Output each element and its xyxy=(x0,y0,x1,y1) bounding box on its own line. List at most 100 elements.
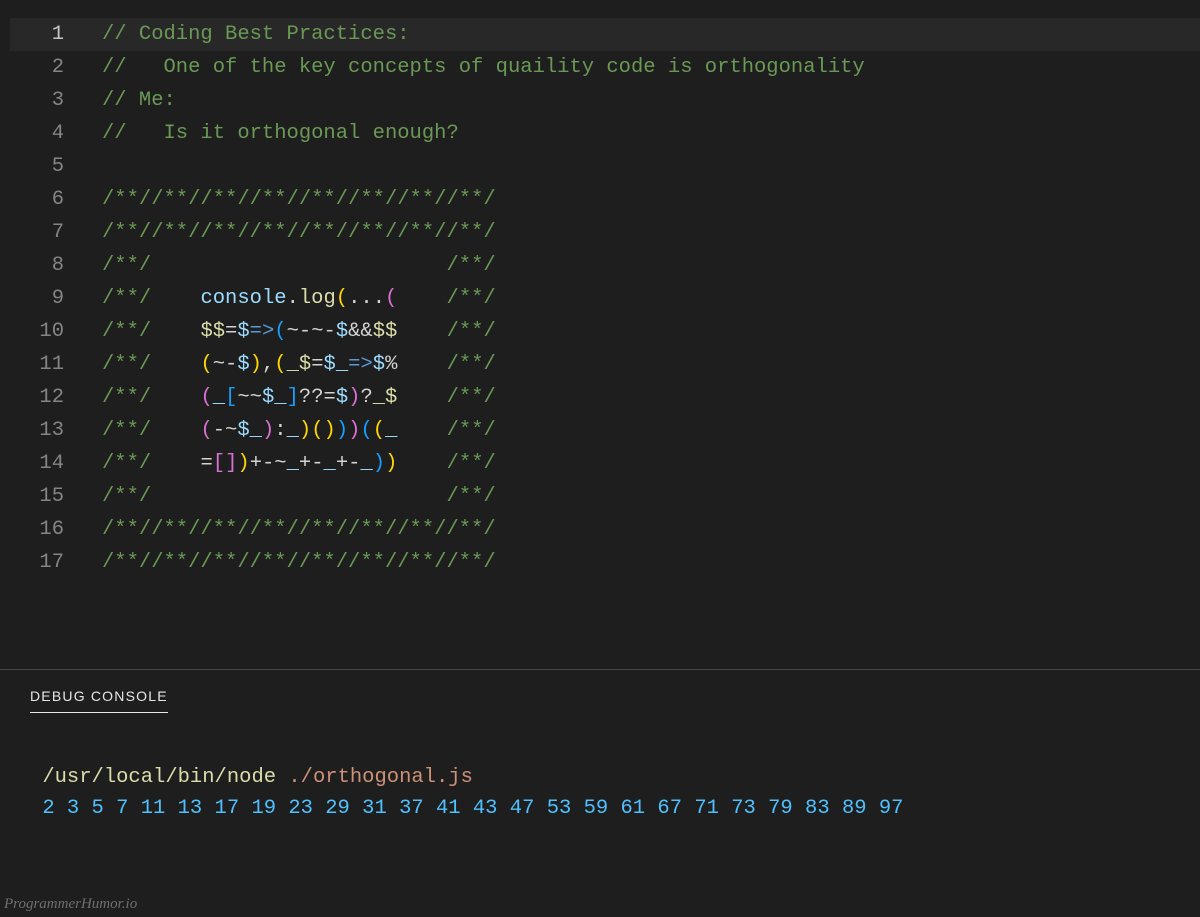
code-token: /**/ xyxy=(446,254,495,277)
code-token: /**/ xyxy=(447,419,496,442)
code-line[interactable]: 10/**/ $$=$=>(~-~-$&&$$ /**/ xyxy=(10,315,1200,348)
code-token: +- xyxy=(299,452,324,475)
code-token: // One of the key concepts of quaility c… xyxy=(102,56,865,79)
tab-debug-console[interactable]: DEBUG CONSOLE xyxy=(30,688,168,713)
code-token: /**//**//**//**//**//**//**//**/ xyxy=(102,518,496,541)
code-token xyxy=(151,419,200,442)
code-content[interactable]: /**/ /**/ xyxy=(102,480,1200,513)
code-line[interactable]: 17/**//**//**//**//**//**//**//**/ xyxy=(10,546,1200,579)
code-token: = xyxy=(311,353,323,376)
code-token: = xyxy=(225,320,237,343)
code-line[interactable]: 6/**//**//**//**//**//**//**//**/ xyxy=(10,183,1200,216)
code-content[interactable]: // Coding Best Practices: xyxy=(102,18,1200,51)
watermark: ProgrammerHumor.io xyxy=(4,896,137,913)
code-token: +- xyxy=(336,452,361,475)
code-token: _ xyxy=(213,386,225,409)
code-token: $ xyxy=(336,386,348,409)
code-line[interactable]: 8/**/ /**/ xyxy=(10,249,1200,282)
code-token: -~ xyxy=(213,419,238,442)
code-line[interactable]: 7/**//**//**//**//**//**//**//**/ xyxy=(10,216,1200,249)
code-token: /**/ xyxy=(102,287,151,310)
code-token: [ xyxy=(213,452,225,475)
line-number: 14 xyxy=(10,447,102,480)
code-token: ~~ xyxy=(237,386,262,409)
code-token: ) xyxy=(262,419,274,442)
code-token xyxy=(151,485,446,508)
code-token: => xyxy=(250,320,275,343)
code-token: /**/ xyxy=(447,353,496,376)
line-number: 4 xyxy=(10,117,102,150)
code-token xyxy=(397,320,446,343)
code-line[interactable]: 9/**/ console.log(...( /**/ xyxy=(10,282,1200,315)
code-token: ) xyxy=(324,419,336,442)
code-token: ) xyxy=(250,353,262,376)
line-number: 15 xyxy=(10,480,102,513)
line-number: 12 xyxy=(10,381,102,414)
code-token: $ xyxy=(373,353,385,376)
code-token: /**//**//**//**//**//**//**//**/ xyxy=(102,221,496,244)
code-line[interactable]: 16/**//**//**//**//**//**//**//**/ xyxy=(10,513,1200,546)
debug-console-panel: DEBUG CONSOLE /usr/local/bin/node ./orth… xyxy=(0,670,1200,855)
code-token: /**//**//**//**//**//**//**//**/ xyxy=(102,551,496,574)
code-token: ? xyxy=(360,386,372,409)
code-content[interactable]: /**/ $$=$=>(~-~-$&&$$ /**/ xyxy=(102,315,1200,348)
code-line[interactable]: 15/**/ /**/ xyxy=(10,480,1200,513)
code-content[interactable]: /**//**//**//**//**//**//**//**/ xyxy=(102,546,1200,579)
code-token: ] xyxy=(225,452,237,475)
code-content[interactable]: /**/ =[])+-~_+-_+-_)) /**/ xyxy=(102,447,1200,480)
code-token: ~-~- xyxy=(287,320,336,343)
line-number: 2 xyxy=(10,51,102,84)
code-line[interactable]: 1// Coding Best Practices: xyxy=(10,18,1200,51)
code-token: ( xyxy=(373,419,385,442)
code-token: , xyxy=(262,353,274,376)
code-content[interactable]: /**/ /**/ xyxy=(102,249,1200,282)
code-token: [ xyxy=(225,386,237,409)
code-token: ) xyxy=(373,452,385,475)
code-line[interactable]: 2// One of the key concepts of quaility … xyxy=(10,51,1200,84)
code-content[interactable]: /**//**//**//**//**//**//**//**/ xyxy=(102,183,1200,216)
code-token: /**/ xyxy=(447,386,496,409)
code-token: ) xyxy=(336,419,348,442)
code-content[interactable]: /**//**//**//**//**//**//**//**/ xyxy=(102,216,1200,249)
code-token: _ xyxy=(324,452,336,475)
code-content[interactable]: // Is it orthogonal enough? xyxy=(102,117,1200,150)
line-number: 10 xyxy=(10,315,102,348)
code-token: ( xyxy=(311,419,323,442)
code-line[interactable]: 12/**/ (_[~~$_]??=$)?_$ /**/ xyxy=(10,381,1200,414)
code-editor[interactable]: 1// Coding Best Practices:2// One of the… xyxy=(0,0,1200,579)
code-line[interactable]: 5 xyxy=(10,150,1200,183)
line-number: 6 xyxy=(10,183,102,216)
code-content[interactable]: // One of the key concepts of quaility c… xyxy=(102,51,1200,84)
code-content[interactable]: /**/ (-~$_):_)()))((_ /**/ xyxy=(102,414,1200,447)
code-token: /**/ xyxy=(447,320,496,343)
code-line[interactable]: 14/**/ =[])+-~_+-_+-_)) /**/ xyxy=(10,447,1200,480)
code-line[interactable]: 3// Me: xyxy=(10,84,1200,117)
code-content[interactable]: /**/ console.log(...( /**/ xyxy=(102,282,1200,315)
code-content[interactable]: // Me: xyxy=(102,84,1200,117)
code-token xyxy=(151,254,446,277)
code-token: ( xyxy=(336,287,348,310)
code-content[interactable]: /**//**//**//**//**//**//**//**/ xyxy=(102,513,1200,546)
console-output[interactable]: /usr/local/bin/node ./orthogonal.js 2 3 … xyxy=(30,713,1170,855)
code-line[interactable]: 4// Is it orthogonal enough? xyxy=(10,117,1200,150)
code-token: /**/ xyxy=(102,419,151,442)
code-token: console xyxy=(200,287,286,310)
code-token: ) xyxy=(237,452,249,475)
line-number: 17 xyxy=(10,546,102,579)
code-token xyxy=(397,287,446,310)
code-token: /**/ xyxy=(447,452,496,475)
code-token: % xyxy=(385,353,397,376)
code-token xyxy=(151,353,200,376)
code-line[interactable]: 11/**/ (~-$),(_$=$_=>$% /**/ xyxy=(10,348,1200,381)
code-token: ( xyxy=(200,353,212,376)
line-number: 3 xyxy=(10,84,102,117)
code-token: _ xyxy=(385,419,397,442)
code-content[interactable]: /**/ (_[~~$_]??=$)?_$ /**/ xyxy=(102,381,1200,414)
code-token: _ xyxy=(287,452,299,475)
code-token: /**/ xyxy=(102,320,151,343)
code-token: $_ xyxy=(237,419,262,442)
line-number: 8 xyxy=(10,249,102,282)
code-content[interactable]: /**/ (~-$),(_$=$_=>$% /**/ xyxy=(102,348,1200,381)
code-line[interactable]: 13/**/ (-~$_):_)()))((_ /**/ xyxy=(10,414,1200,447)
code-token: _$ xyxy=(287,353,312,376)
